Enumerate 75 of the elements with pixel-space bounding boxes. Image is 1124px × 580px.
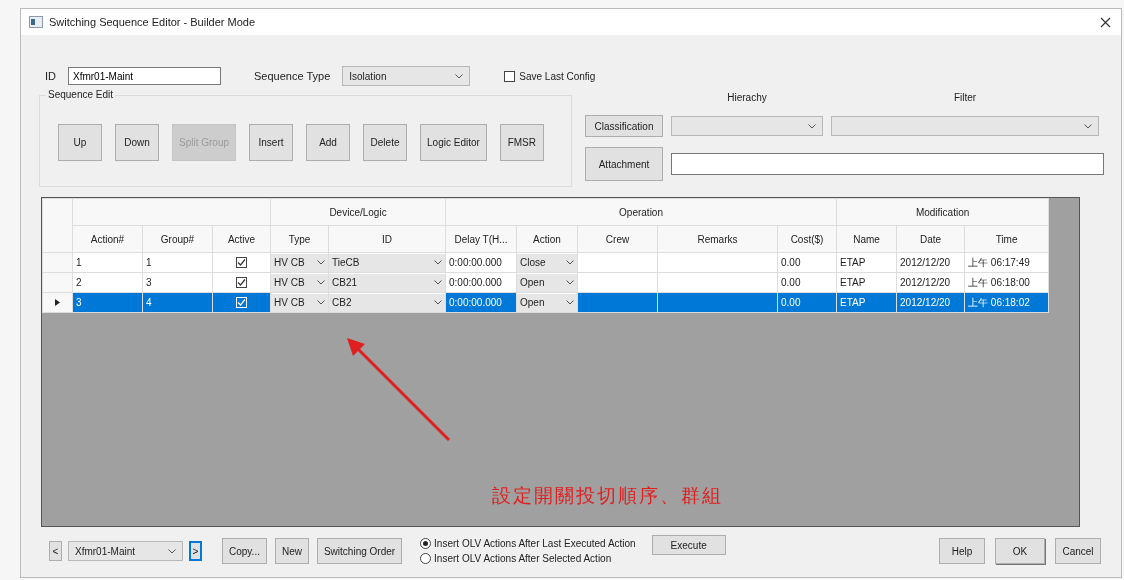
- id-label: ID: [45, 70, 56, 82]
- edit-button[interactable]: Insert: [249, 124, 294, 161]
- active-checkbox[interactable]: [236, 276, 247, 288]
- help-button[interactable]: Help: [939, 538, 985, 564]
- radio-button[interactable]: [420, 553, 432, 564]
- action-dropdown[interactable]: Open: [517, 273, 577, 292]
- chevron-down-icon: [808, 123, 816, 129]
- column-group-header: Modification: [915, 206, 970, 218]
- cancel-button[interactable]: Cancel: [1055, 538, 1101, 564]
- option-label: Insert OLV Actions After Last Executed Action: [434, 538, 636, 549]
- id-field[interactable]: Xfmr01-Maint: [68, 67, 221, 85]
- chevron-down-icon: [1084, 123, 1092, 129]
- app-icon: [29, 16, 43, 28]
- execute-button[interactable]: Execute: [651, 535, 726, 555]
- group-title: Sequence Edit: [46, 89, 116, 100]
- action-button[interactable]: Copy...: [222, 538, 267, 564]
- classification-button[interactable]: Classification: [585, 115, 663, 137]
- edit-button[interactable]: Logic Editor: [420, 124, 487, 161]
- device-id-dropdown[interactable]: TieCB: [329, 253, 445, 272]
- sequence-type-dropdown[interactable]: Isolation: [342, 66, 471, 86]
- action-button[interactable]: New: [274, 538, 309, 564]
- radio-button[interactable]: [420, 538, 432, 549]
- current-row-icon: [55, 299, 60, 306]
- column-header[interactable]: Action#: [72, 225, 143, 253]
- column-header[interactable]: Crew: [577, 225, 658, 253]
- edit-button[interactable]: FMSR: [499, 124, 544, 161]
- edit-button[interactable]: Down: [115, 124, 159, 161]
- attachment-button[interactable]: Attachment: [585, 147, 663, 181]
- column-header[interactable]: Group#: [142, 225, 213, 253]
- column-group-header: Device/Logic: [329, 206, 387, 218]
- type-dropdown[interactable]: HV CB: [271, 293, 328, 312]
- edit-button[interactable]: Up: [58, 124, 102, 161]
- column-header[interactable]: ID: [328, 225, 446, 253]
- chevron-down-icon: [317, 260, 325, 265]
- action-dropdown[interactable]: Close: [517, 253, 577, 272]
- device-id-dropdown[interactable]: CB2: [329, 293, 445, 312]
- column-header[interactable]: Time: [964, 225, 1049, 253]
- chevron-down-icon: [317, 300, 325, 305]
- table-row[interactable]: 3 4 HV CB CB2 0:00:00.000 Open 0.00 ETAP 2012/12/20 上午 06:18:02: [42, 292, 1049, 313]
- column-header[interactable]: Delay T(H...: [445, 225, 517, 253]
- column-header[interactable]: Date: [896, 225, 965, 253]
- chevron-down-icon: [566, 300, 574, 305]
- action-dropdown[interactable]: Open: [517, 293, 577, 312]
- device-id-dropdown[interactable]: CB21: [329, 273, 445, 292]
- chevron-down-icon: [434, 300, 442, 305]
- attachment-field[interactable]: [671, 153, 1104, 175]
- chevron-down-icon: [434, 260, 442, 265]
- previous-button[interactable]: <: [49, 541, 62, 561]
- window-title: Switching Sequence Editor - Builder Mode: [49, 16, 256, 28]
- next-button[interactable]: >: [189, 541, 202, 561]
- table-row[interactable]: 1 1 HV CB TieCB 0:00:00.000 Close 0.00 ETAP 2012/12/20 上午 06:17:49: [42, 252, 1049, 273]
- column-header[interactable]: Remarks: [657, 225, 778, 253]
- column-group-header: Operation: [619, 206, 663, 218]
- chevron-down-icon: [317, 280, 325, 285]
- annotation-text: 設定開關投切順序、群組: [492, 483, 723, 508]
- save-last-config-checkbox[interactable]: Save Last Config: [504, 70, 596, 82]
- chevron-down-icon: [566, 280, 574, 285]
- active-checkbox[interactable]: [236, 256, 247, 268]
- hierachy-label: Hierachy: [726, 91, 768, 103]
- chevron-down-icon: [434, 280, 442, 285]
- chevron-down-icon: [455, 73, 464, 79]
- action-button[interactable]: Switching Order: [316, 538, 403, 564]
- type-dropdown[interactable]: HV CB: [271, 253, 328, 272]
- sequence-dropdown[interactable]: Xfmr01-Maint: [68, 541, 183, 561]
- type-dropdown[interactable]: HV CB: [271, 273, 328, 292]
- chevron-down-icon: [566, 260, 574, 265]
- edit-button[interactable]: Add: [306, 124, 351, 161]
- edit-button[interactable]: Delete: [363, 124, 408, 161]
- ok-button[interactable]: OK: [995, 538, 1045, 564]
- option-label: Insert OLV Actions After Selected Action: [434, 553, 612, 564]
- close-icon[interactable]: [1100, 16, 1111, 28]
- filter-label: Filter: [952, 91, 978, 103]
- sequence-type-label: Sequence Type: [254, 70, 331, 82]
- table-row[interactable]: 2 3 HV CB CB21 0:00:00.000 Open 0.00 ETAP 2012/12/20 上午 06:18:00: [42, 272, 1049, 293]
- chevron-down-icon: [168, 548, 176, 554]
